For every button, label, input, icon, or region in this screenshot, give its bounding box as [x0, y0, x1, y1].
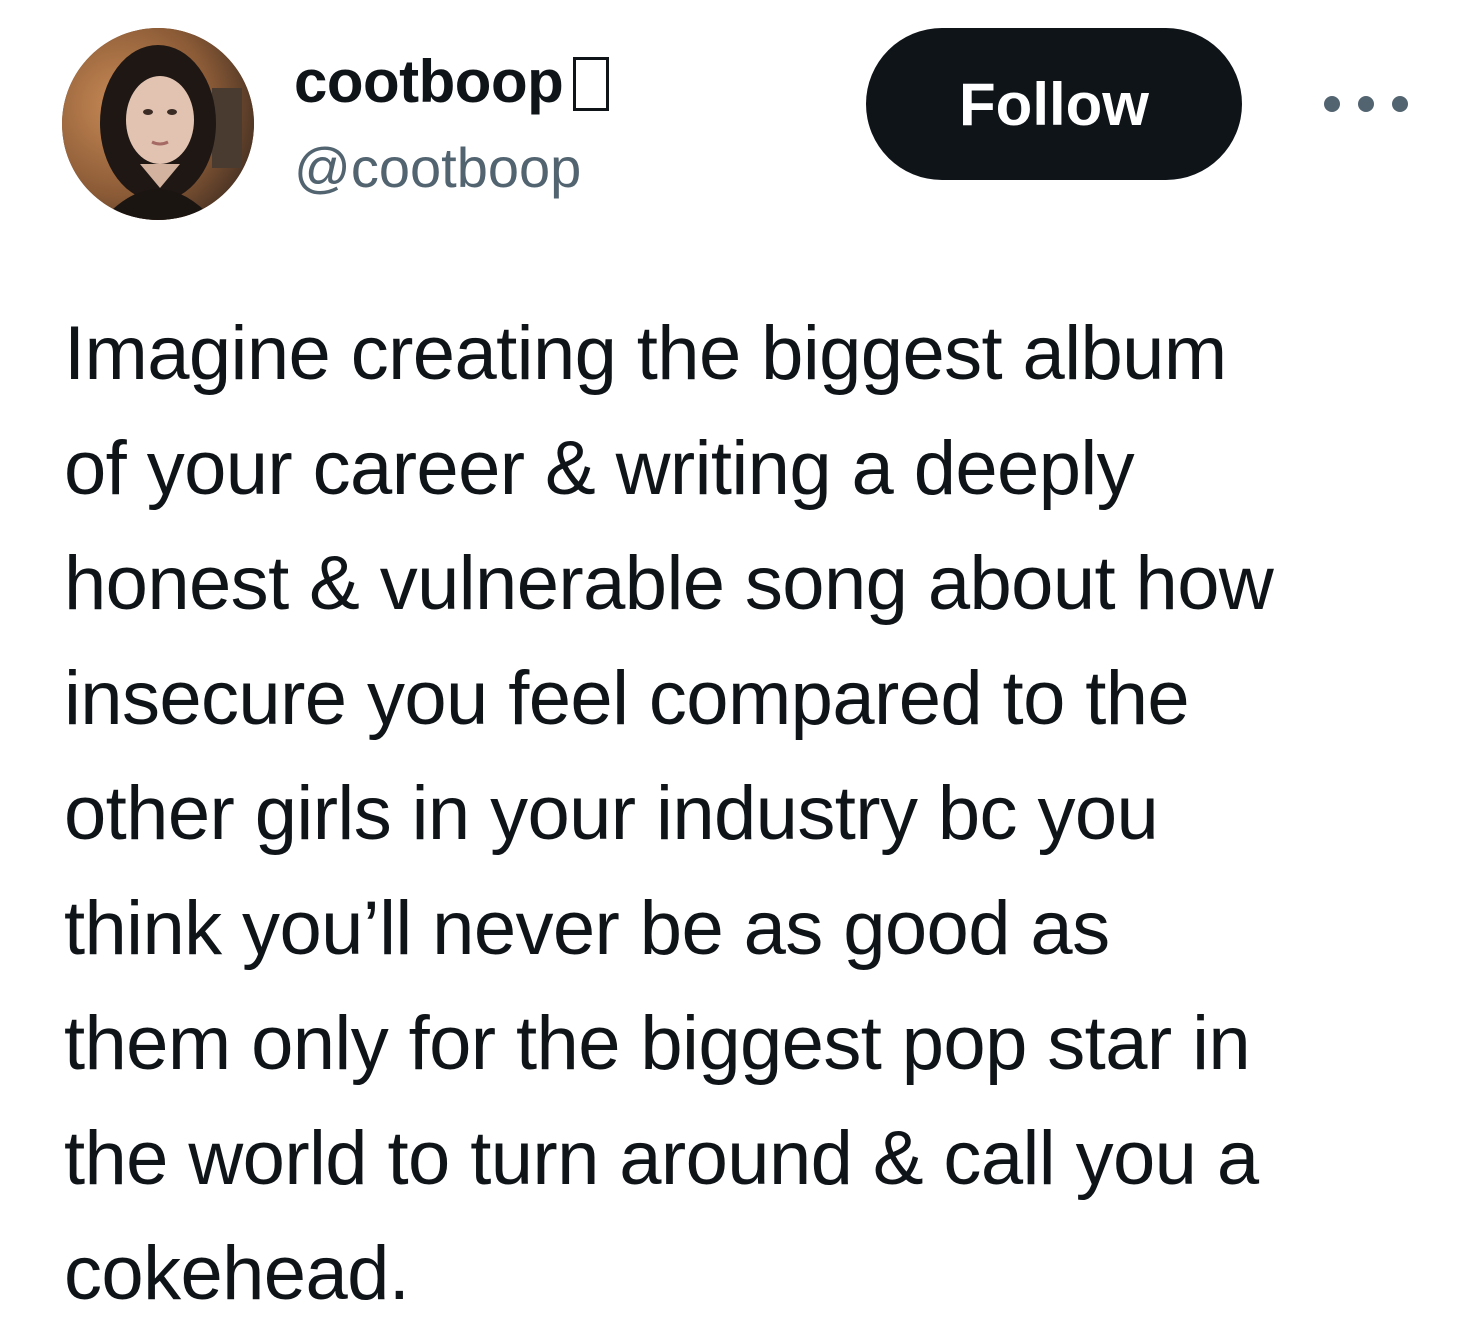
author-name-row: cootboop	[294, 44, 610, 120]
tweet-line: them only for the biggest pop star in	[64, 1001, 1251, 1086]
name-emoji-placeholder-icon	[573, 57, 610, 111]
tweet-line: Imagine creating the biggest album	[64, 311, 1227, 396]
more-dot	[1358, 96, 1374, 112]
tweet-line: of your career & writing a deeply	[64, 426, 1135, 511]
more-dot	[1392, 96, 1408, 112]
tweet-line: insecure you feel compared to the	[64, 656, 1190, 741]
tweet-line: cokehead.	[64, 1231, 410, 1316]
follow-button[interactable]: Follow	[866, 28, 1242, 180]
avatar[interactable]	[62, 28, 254, 220]
tweet-line: think you’ll never be as good as	[64, 886, 1110, 971]
more-options-icon[interactable]	[1324, 82, 1408, 126]
tweet-line: honest & vulnerable song about how	[64, 541, 1274, 626]
tweet-text: Imagine creating the biggest album of yo…	[64, 296, 1424, 1331]
avatar-photo	[62, 28, 254, 220]
more-dot	[1324, 96, 1340, 112]
tweet-line: other girls in your industry bc you	[64, 771, 1159, 856]
display-name[interactable]: cootboop	[294, 52, 564, 112]
tweet-line: the world to turn around & call you a	[64, 1116, 1259, 1201]
handle[interactable]: @cootboop	[294, 140, 581, 196]
